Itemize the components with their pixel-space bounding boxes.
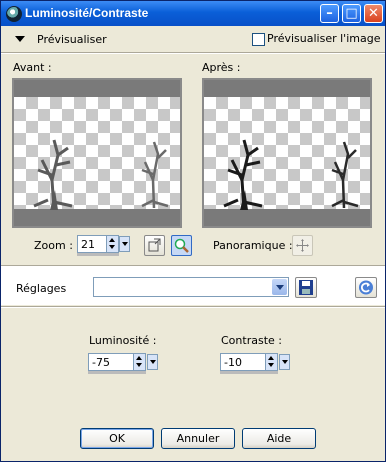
fit-window-button[interactable] (144, 235, 165, 256)
brightness-value: -75 (92, 356, 110, 369)
tree-image (223, 139, 263, 210)
tree-image (33, 139, 73, 210)
contrast-dropdown-button[interactable] (279, 354, 290, 370)
floppy-disk-icon (299, 280, 313, 295)
zoom-tool-button[interactable] (171, 235, 192, 256)
zoom-input[interactable]: 21 (77, 235, 119, 253)
reset-button[interactable] (355, 277, 377, 298)
divider (1, 265, 385, 267)
ok-button[interactable]: OK (80, 428, 154, 449)
collapse-arrow-icon[interactable] (15, 36, 25, 42)
after-preview[interactable] (202, 78, 372, 228)
zoom-dropdown-button[interactable] (119, 236, 130, 252)
after-label: Après : (202, 61, 241, 74)
brightness-dropdown-button[interactable] (147, 354, 158, 370)
maximize-button[interactable]: □ (342, 4, 361, 23)
zoom-slider[interactable] (77, 253, 119, 256)
contrast-input[interactable]: -10 (220, 353, 278, 371)
move-icon (296, 239, 309, 252)
cancel-button[interactable]: Annuler (161, 428, 235, 449)
presets-combobox[interactable] (93, 277, 289, 297)
brightness-slider[interactable] (88, 371, 146, 374)
pan-button[interactable] (292, 235, 313, 256)
brightness-label: Luminosité : (89, 334, 157, 347)
presets-label: Réglages (16, 282, 67, 295)
help-button[interactable]: Aide (242, 428, 316, 449)
preview-toolbar: Prévisualiser Prévisualiser l'image (1, 26, 385, 52)
divider (1, 52, 385, 54)
fit-window-icon (148, 238, 161, 252)
dialog-window: Luminosité/Contraste – □ ✕ Prévisualiser… (0, 0, 386, 462)
divider (1, 306, 385, 308)
magnifier-icon (174, 238, 189, 253)
contrast-slider[interactable] (220, 371, 278, 374)
pan-label: Panoramique : (213, 239, 293, 252)
before-label: Avant : (13, 61, 52, 74)
zoom-spinner[interactable] (106, 236, 118, 252)
brightness-input[interactable]: -75 (88, 353, 146, 371)
before-preview[interactable] (12, 78, 182, 228)
preview-image-label[interactable]: Prévisualiser l'image (267, 32, 380, 45)
close-button[interactable]: ✕ (364, 4, 383, 23)
app-icon (6, 6, 22, 22)
preview-toggle-label[interactable]: Prévisualiser (37, 33, 107, 46)
save-preset-button[interactable] (295, 277, 317, 298)
reset-icon (359, 280, 373, 295)
zoom-value: 21 (81, 238, 95, 251)
minimize-button[interactable]: – (320, 4, 339, 23)
contrast-spinner[interactable] (265, 354, 277, 370)
presets-dropdown-button[interactable] (272, 279, 287, 295)
preview-image-checkbox[interactable] (252, 33, 265, 46)
tree-image (141, 141, 169, 208)
title-bar[interactable]: Luminosité/Contraste – □ ✕ (1, 1, 385, 26)
zoom-label: Zoom : (34, 239, 73, 252)
tree-image (331, 141, 359, 208)
brightness-spinner[interactable] (133, 354, 145, 370)
contrast-label: Contraste : (221, 334, 282, 347)
window-title: Luminosité/Contraste (25, 6, 149, 20)
contrast-value: -10 (224, 356, 242, 369)
